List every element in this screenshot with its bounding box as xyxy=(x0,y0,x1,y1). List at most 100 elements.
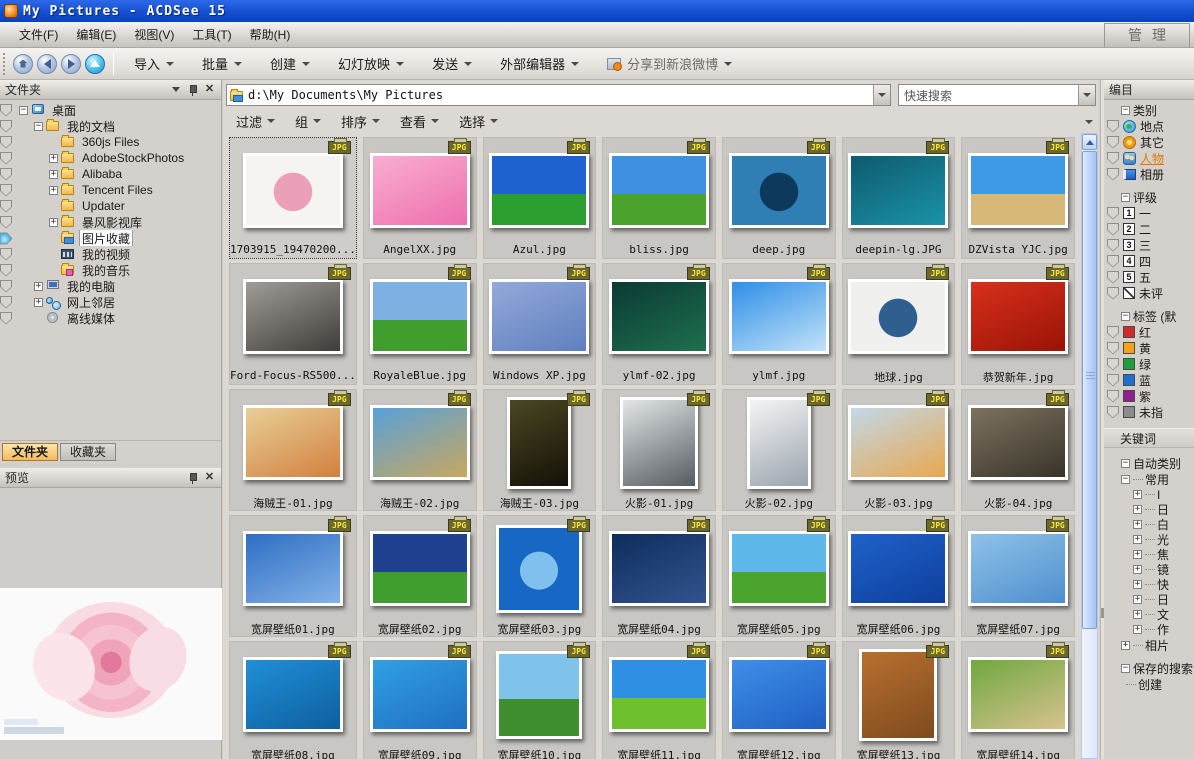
expand-icon[interactable]: + xyxy=(1133,625,1142,634)
catalog-item-一[interactable]: 1一 xyxy=(1104,205,1194,221)
shield-icon[interactable] xyxy=(1107,136,1119,149)
expand-icon[interactable]: + xyxy=(1133,550,1142,559)
selected-shield-icon[interactable] xyxy=(0,232,13,244)
thumbnail-cell[interactable]: JPGRoyaleBlue.jpg xyxy=(363,263,477,385)
menu-item[interactable]: 帮助(H) xyxy=(241,24,300,45)
catalog-item-红[interactable]: 红 xyxy=(1104,324,1194,340)
thumbnail-cell[interactable]: JPG海贼王-02.jpg xyxy=(363,389,477,511)
thumbnail-image[interactable] xyxy=(729,531,829,606)
thumbnail-cell[interactable]: JPGdeepin-lg.JPG xyxy=(842,137,956,259)
thumbnail-image[interactable] xyxy=(968,531,1068,606)
thumbnail-image[interactable] xyxy=(747,397,811,489)
menu-item[interactable]: 视图(V) xyxy=(125,24,183,45)
thumbnail-image[interactable] xyxy=(848,279,948,354)
shield-icon[interactable] xyxy=(0,152,12,165)
thumbnail-cell[interactable]: JPG火影-03.jpg xyxy=(842,389,956,511)
thumbnail-image[interactable] xyxy=(496,651,582,739)
shield-icon[interactable] xyxy=(1107,168,1119,181)
collapse-icon[interactable]: − xyxy=(1121,459,1130,468)
shield-icon[interactable] xyxy=(1107,326,1119,339)
thumbnail-image[interactable] xyxy=(729,279,829,354)
thumbnail-image[interactable] xyxy=(370,405,470,480)
tree-item-离线媒体[interactable]: 离线媒体 xyxy=(0,310,221,326)
thumbnail-image[interactable] xyxy=(496,525,582,613)
shield-icon[interactable] xyxy=(1107,374,1119,387)
toolbar-button-幻灯放映[interactable]: 幻灯放映 xyxy=(324,49,418,78)
shield-icon[interactable] xyxy=(0,104,12,117)
filter-button-排序[interactable]: 排序 xyxy=(331,109,390,134)
expand-icon[interactable]: + xyxy=(1133,505,1142,514)
thumbnail-image[interactable] xyxy=(968,153,1068,228)
shield-icon[interactable] xyxy=(0,136,12,149)
thumbnail-cell[interactable]: JPG宽屏壁纸06.jpg xyxy=(842,515,956,637)
auto-category-item[interactable]: +镜 xyxy=(1104,562,1194,577)
panel-menu-button[interactable] xyxy=(169,83,182,96)
expand-icon[interactable]: + xyxy=(1133,535,1142,544)
thumbnail-image[interactable] xyxy=(370,153,470,228)
thumbnail-image[interactable] xyxy=(848,153,948,228)
auto-category-photo[interactable]: +相片 xyxy=(1104,637,1194,653)
shield-icon[interactable] xyxy=(0,312,12,325)
tree-item-我的文档[interactable]: −我的文档 xyxy=(0,118,221,134)
thumbnail-cell[interactable]: JPGylmf.jpg xyxy=(722,263,836,385)
thumbnail-cell[interactable]: JPG海贼王-01.jpg xyxy=(229,389,357,511)
thumbnail-image[interactable] xyxy=(609,657,709,732)
shield-icon[interactable] xyxy=(1107,207,1119,220)
thumbnail-image[interactable] xyxy=(489,153,589,228)
collapse-icon[interactable]: − xyxy=(1121,312,1130,321)
collapse-icon[interactable]: − xyxy=(1121,475,1130,484)
toolbar-button-导入[interactable]: 导入 xyxy=(120,49,188,78)
expand-icon[interactable]: + xyxy=(34,282,43,291)
shield-icon[interactable] xyxy=(1107,152,1119,165)
expand-icon[interactable]: + xyxy=(49,154,58,163)
shield-icon[interactable] xyxy=(1107,287,1119,300)
auto-category-item[interactable]: +I xyxy=(1104,487,1194,502)
thumbnail-cell[interactable]: JPG火影-02.jpg xyxy=(722,389,836,511)
thumbnail-image[interactable] xyxy=(370,279,470,354)
thumbnail-cell[interactable]: JPG宽屏壁纸12.jpg xyxy=(722,641,836,759)
thumbnail-image[interactable] xyxy=(609,531,709,606)
auto-category-item[interactable]: +白 xyxy=(1104,517,1194,532)
expand-icon[interactable]: + xyxy=(1133,580,1142,589)
tree-item-网上邻居[interactable]: +网上邻居 xyxy=(0,294,221,310)
catalog-item-地点[interactable]: 地点 xyxy=(1104,118,1194,134)
tree-item-图片收藏[interactable]: 图片收藏 xyxy=(0,230,221,246)
shield-icon[interactable] xyxy=(1107,358,1119,371)
preview-close-button[interactable]: ✕ xyxy=(203,471,216,484)
expand-icon[interactable]: + xyxy=(1121,641,1130,650)
shield-icon[interactable] xyxy=(0,216,12,229)
catalog-item-三[interactable]: 3三 xyxy=(1104,237,1194,253)
expand-icon[interactable]: + xyxy=(49,218,58,227)
preview-pin-button[interactable] xyxy=(186,471,199,484)
thumbnail-image[interactable] xyxy=(848,405,948,480)
address-dropdown-button[interactable] xyxy=(873,85,890,105)
catalog-item-人物[interactable]: 人物 xyxy=(1104,150,1194,166)
thumbnail-image[interactable] xyxy=(848,531,948,606)
toolbar-button-外部编辑器[interactable]: 外部编辑器 xyxy=(486,49,593,78)
auto-category-item[interactable]: +日 xyxy=(1104,592,1194,607)
tree-item-AdobeStockPhotos[interactable]: +AdobeStockPhotos xyxy=(0,150,221,166)
catalog-item-二[interactable]: 2二 xyxy=(1104,221,1194,237)
tab-收藏夹[interactable]: 收藏夹 xyxy=(60,443,116,461)
thumbnail-image[interactable] xyxy=(370,657,470,732)
catalog-item-黄[interactable]: 黄 xyxy=(1104,340,1194,356)
collapse-icon[interactable]: − xyxy=(1121,106,1130,115)
tree-item-我的音乐[interactable]: 我的音乐 xyxy=(0,262,221,278)
expand-icon[interactable]: + xyxy=(1133,520,1142,529)
thumbnail-image[interactable] xyxy=(968,279,1068,354)
catalog-item-蓝[interactable]: 蓝 xyxy=(1104,372,1194,388)
thumbnail-cell[interactable]: JPGWindows XP.jpg xyxy=(483,263,597,385)
catalog-section-类别[interactable]: −类别 xyxy=(1104,102,1194,118)
shield-icon[interactable] xyxy=(0,280,12,293)
catalog-item-其它[interactable]: 其它 xyxy=(1104,134,1194,150)
thumbnail-cell[interactable]: JPG宽屏壁纸10.jpg xyxy=(483,641,597,759)
thumbnail-image[interactable] xyxy=(859,649,937,741)
thumbnail-image[interactable] xyxy=(243,279,343,354)
thumbnail-cell[interactable]: JPG宽屏壁纸09.jpg xyxy=(363,641,477,759)
shield-icon[interactable] xyxy=(1107,255,1119,268)
tree-item-暴风影视库[interactable]: +暴风影视库 xyxy=(0,214,221,230)
toolbar-button-批量[interactable]: 批量 xyxy=(188,49,256,78)
catalog-section-评级[interactable]: −评级 xyxy=(1104,189,1194,205)
toolbar-grip[interactable] xyxy=(3,53,8,75)
tab-文件夹[interactable]: 文件夹 xyxy=(2,443,58,461)
